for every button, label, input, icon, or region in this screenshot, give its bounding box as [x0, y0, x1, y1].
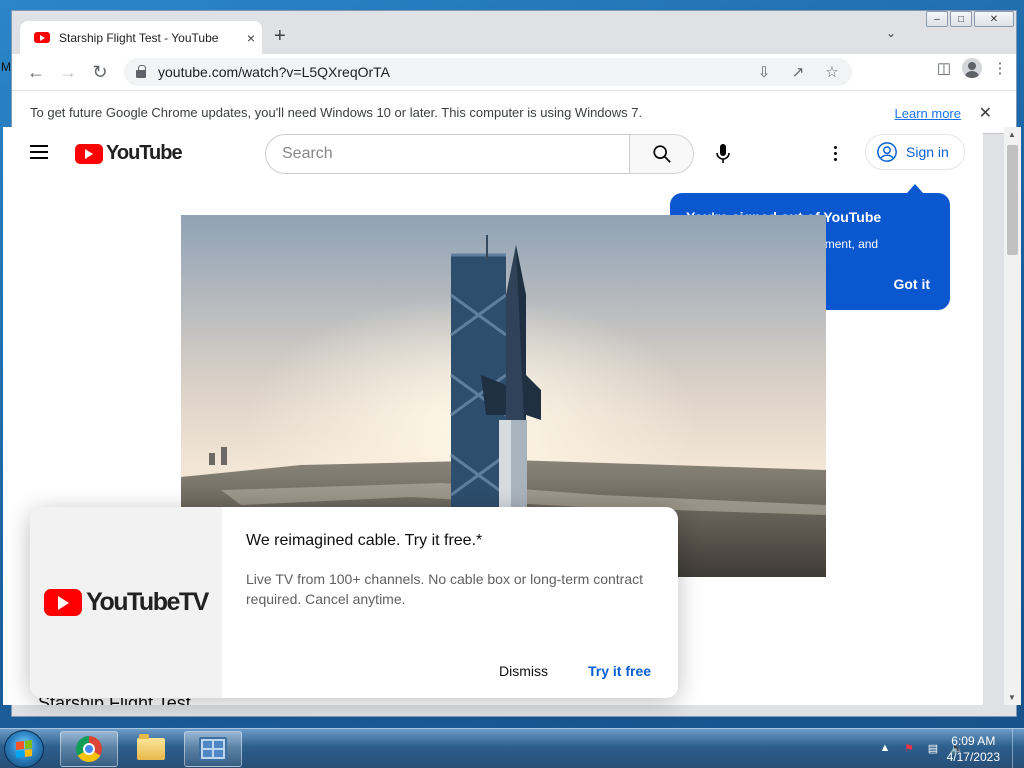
scroll-up-icon[interactable]: ▲: [1008, 130, 1016, 139]
microphone-icon: [716, 144, 730, 163]
address-bar[interactable]: youtube.com/watch?v=L5QXreqOrTA ⇩ ↗ ☆: [124, 58, 852, 86]
side-panel-icon[interactable]: ◫: [934, 58, 954, 78]
youtube-tv-logo: YouTubeTV: [44, 588, 209, 617]
network-icon[interactable]: ▤: [926, 741, 940, 755]
minimize-button[interactable]: –: [926, 11, 948, 27]
install-app-icon[interactable]: ⇩: [754, 62, 774, 82]
back-button[interactable]: ←: [20, 58, 52, 86]
reload-button[interactable]: ↻: [84, 58, 116, 86]
taskbar-chrome-button[interactable]: [60, 731, 118, 767]
popover-pointer: [907, 184, 923, 193]
bookmark-star-icon[interactable]: ☆: [822, 62, 842, 82]
browser-toolbar: ← → ↻ youtube.com/watch?v=L5QXreqOrTA ⇩ …: [12, 54, 1016, 90]
promo-body: Live TV from 100+ channels. No cable box…: [246, 571, 643, 607]
search-input[interactable]: Search: [265, 134, 630, 174]
taskbar-control-panel-button[interactable]: [184, 731, 242, 767]
youtube-logo[interactable]: YouTube: [75, 142, 183, 165]
folder-icon: [137, 734, 165, 760]
share-icon[interactable]: ↗: [788, 62, 808, 82]
youtube-tv-promo-dialog: YouTubeTV We reimagined cable. Try it fr…: [30, 507, 678, 698]
tab-title: Starship Flight Test - YouTube: [59, 30, 219, 45]
windows-logo-icon: [16, 740, 32, 758]
start-button[interactable]: [4, 730, 44, 768]
lock-icon[interactable]: [136, 64, 146, 78]
voice-search-button[interactable]: [711, 140, 735, 168]
try-it-free-button[interactable]: Try it free: [588, 663, 651, 679]
forward-button[interactable]: →: [52, 58, 84, 86]
clock-date: 4/17/2023: [946, 750, 1000, 764]
youtube-favicon-icon: [34, 32, 50, 43]
sign-in-button[interactable]: Sign in: [865, 134, 965, 170]
page-scrollbar[interactable]: ▲ ▼: [1004, 127, 1021, 705]
url-text[interactable]: youtube.com/watch?v=L5QXreqOrTA: [158, 64, 390, 80]
caption-buttons: – □ ✕: [926, 11, 1014, 27]
search-button[interactable]: [630, 134, 694, 174]
search-placeholder: Search: [282, 145, 333, 162]
search-icon: [652, 145, 671, 163]
show-desktop-button[interactable]: [1012, 729, 1024, 768]
tab-search-chevron-icon[interactable]: ⌄: [886, 26, 896, 40]
profile-avatar-icon: [962, 58, 982, 78]
mouse-cursor-icon: [8, 490, 18, 504]
taskbar-explorer-button[interactable]: [122, 731, 180, 767]
control-panel-icon: [199, 737, 227, 761]
account-circle-icon: [877, 142, 897, 162]
profile-button[interactable]: [962, 58, 982, 78]
promo-logo-panel: YouTubeTV: [30, 507, 222, 698]
settings-more-icon[interactable]: [825, 141, 845, 165]
learn-more-link[interactable]: Learn more: [895, 106, 961, 121]
scroll-down-icon[interactable]: ▼: [1008, 693, 1016, 702]
close-window-button[interactable]: ✕: [974, 11, 1014, 27]
infobar-text: To get future Google Chrome updates, you…: [30, 104, 643, 120]
show-hidden-icons-icon[interactable]: ▲: [878, 741, 892, 755]
action-center-flag-icon[interactable]: ⚑: [902, 741, 916, 755]
youtube-tv-logo-text: YouTubeTV: [86, 588, 209, 616]
chrome-menu-icon[interactable]: ⋮: [990, 58, 1010, 78]
clock-time: 6:09 AM: [951, 734, 996, 748]
promo-title: We reimagined cable. Try it free.*: [246, 532, 483, 549]
tab-close-icon[interactable]: ×: [240, 30, 262, 46]
dismiss-button[interactable]: Dismiss: [499, 663, 548, 679]
infobar-close-icon[interactable]: ✕: [979, 103, 992, 123]
youtube-tv-play-icon: [44, 589, 83, 616]
got-it-button[interactable]: Got it: [893, 276, 930, 292]
desktop-edge-text: M: [1, 60, 11, 74]
youtube-logo-text: YouTube: [106, 142, 183, 164]
youtube-play-icon: [75, 143, 103, 164]
chrome-icon: [76, 736, 102, 762]
maximize-button[interactable]: □: [950, 11, 972, 27]
sign-in-label: Sign in: [906, 144, 949, 160]
scrollbar-thumb[interactable]: [1007, 145, 1018, 255]
tab-youtube[interactable]: Starship Flight Test - YouTube ×: [20, 21, 262, 54]
taskbar-clock[interactable]: 6:09 AM 4/17/2023: [947, 733, 1000, 765]
windows-taskbar: ▲ ⚑ ▤ 🔈 6:09 AM 4/17/2023: [0, 728, 1024, 768]
new-tab-button[interactable]: +: [274, 25, 286, 47]
guide-menu-icon[interactable]: [30, 145, 48, 159]
